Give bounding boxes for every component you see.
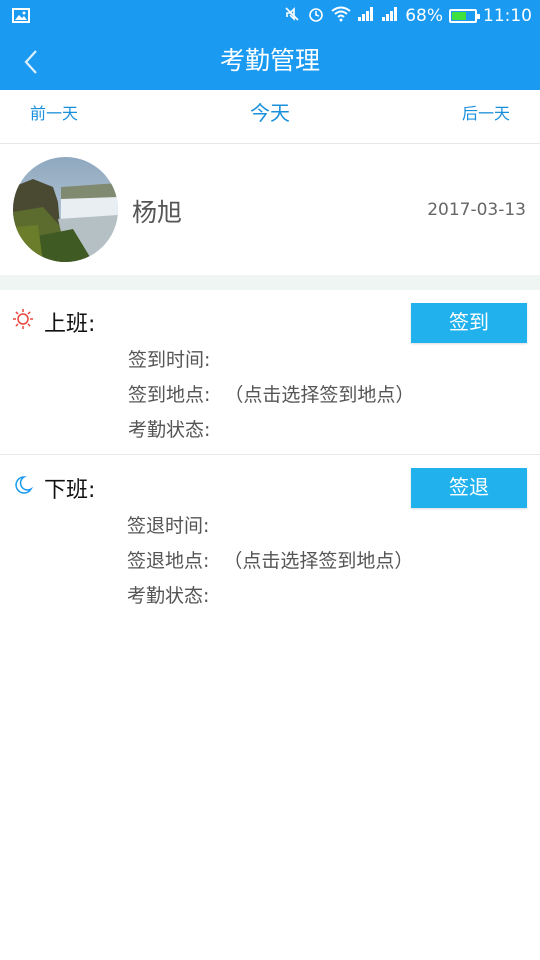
clock: 11:10 [483,6,532,26]
check-in-status-row: 考勤状态: [128,415,210,442]
check-out-status-row: 考勤状态: [127,581,209,608]
check-in-button[interactable]: 签到 [411,303,527,343]
page-title: 考勤管理 [219,46,320,75]
check-in-location-label: 签到地点: [128,384,211,406]
signal-icon-2 [381,6,399,27]
signal-icon-1 [357,6,375,27]
check-out-section: 下班: 签退 签退时间: 签退地点: （点击选择签到地点） 考勤状态: [0,456,540,616]
check-in-time-label: 签到时间: [128,349,211,371]
wifi-icon [331,6,351,27]
check-in-title: 上班: [44,312,96,337]
alarm-icon [307,5,325,28]
check-out-location-label: 签退地点: [127,550,210,572]
user-name: 杨旭 [132,198,183,227]
profile-card: 杨旭 2017-03-13 [0,145,540,275]
gallery-notification-icon [12,8,30,27]
check-out-location-value[interactable]: （点击选择签到地点） [223,550,413,572]
attendance-date: 2017-03-13 [427,200,526,220]
moon-icon [12,474,34,496]
check-out-status-label: 考勤状态: [127,585,210,607]
check-in-status-label: 考勤状态: [128,419,211,441]
section-divider [0,275,540,290]
check-in-time-row: 签到时间: [128,345,210,372]
title-bar: 考勤管理 [0,32,540,90]
battery-percent: 68% [405,6,443,26]
check-in-location-row[interactable]: 签到地点: （点击选择签到地点） [128,380,414,407]
check-out-time-label: 签退时间: [127,515,210,537]
sun-icon [12,308,34,330]
check-out-location-row[interactable]: 签退地点: （点击选择签到地点） [127,546,413,573]
next-day-button[interactable]: 后一天 [462,90,510,138]
avatar [13,157,118,262]
battery-icon [449,9,480,23]
status-bar: 68% 11:10 [0,0,540,32]
check-out-title: 下班: [44,478,96,503]
check-in-location-value[interactable]: （点击选择签到地点） [224,384,414,406]
today-button[interactable]: 今天 [0,90,540,136]
mute-icon [283,5,301,28]
check-in-section: 上班: 签到 签到时间: 签到地点: （点击选择签到地点） 考勤状态: [0,290,540,455]
check-out-button[interactable]: 签退 [411,468,527,508]
check-out-time-row: 签退时间: [127,511,209,538]
day-navigation: 前一天 今天 后一天 [0,90,540,144]
